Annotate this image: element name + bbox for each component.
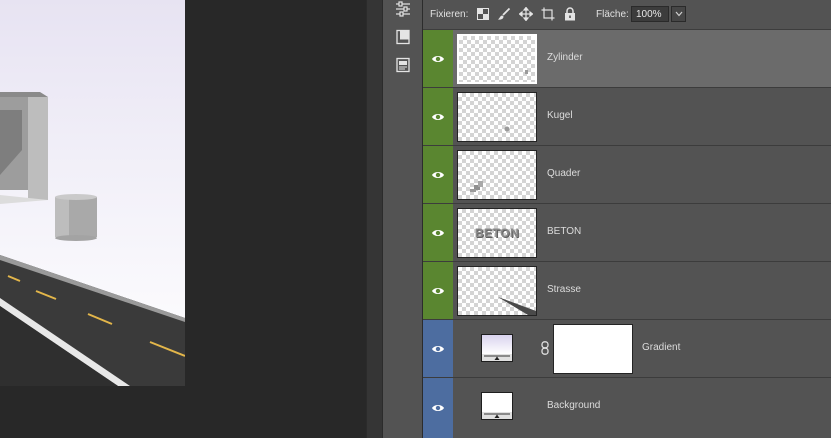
layer-name[interactable]: Background bbox=[547, 400, 600, 411]
eye-icon bbox=[431, 54, 445, 64]
document-canvas[interactable] bbox=[0, 0, 185, 386]
layer-name[interactable]: Kugel bbox=[547, 110, 573, 121]
panel-icon-column bbox=[383, 0, 423, 438]
libraries-icon[interactable] bbox=[394, 28, 412, 46]
layer-row-beton[interactable]: BETON BETON bbox=[423, 204, 831, 262]
lock-image-pixels-icon[interactable] bbox=[497, 7, 511, 21]
canvas-area[interactable] bbox=[0, 0, 366, 438]
background-fill-thumbnail[interactable] bbox=[481, 392, 513, 420]
lock-all-icon[interactable] bbox=[563, 7, 577, 21]
layer-name[interactable]: Gradient bbox=[642, 342, 680, 353]
fill-dropdown-button[interactable] bbox=[671, 6, 686, 22]
lock-label: Fixieren: bbox=[430, 9, 469, 20]
layer-thumbnail[interactable] bbox=[457, 150, 537, 200]
layer-visibility-toggle[interactable] bbox=[423, 378, 453, 438]
chain-link-icon[interactable] bbox=[539, 340, 551, 356]
layer-name[interactable]: Strasse bbox=[547, 284, 581, 295]
fill-label: Fläche: bbox=[596, 9, 629, 20]
properties-icon[interactable] bbox=[394, 56, 412, 74]
layer-name[interactable]: BETON bbox=[547, 226, 581, 237]
layer-thumbnail[interactable] bbox=[457, 92, 537, 142]
layer-name[interactable]: Quader bbox=[547, 168, 580, 179]
layer-row-background[interactable]: Background bbox=[423, 378, 831, 438]
chevron-down-icon bbox=[675, 11, 683, 17]
scene-render bbox=[0, 92, 185, 386]
fill-input[interactable]: 100% bbox=[631, 6, 669, 22]
layer-visibility-toggle[interactable] bbox=[423, 204, 453, 261]
lock-bar: Fixieren: Fläche: 100% bbox=[423, 0, 831, 30]
gradient-fill-thumbnail[interactable] bbox=[481, 334, 513, 362]
lock-position-icon[interactable] bbox=[519, 7, 533, 21]
layer-visibility-toggle[interactable] bbox=[423, 146, 453, 203]
layer-visibility-toggle[interactable] bbox=[423, 320, 453, 377]
eye-icon bbox=[431, 170, 445, 180]
layers-panel: Fixieren: Fläche: 100% Zylinder Kugel Qu… bbox=[423, 0, 831, 438]
panel-divider[interactable] bbox=[366, 0, 383, 438]
eye-icon bbox=[431, 344, 445, 354]
layer-name[interactable]: Zylinder bbox=[547, 52, 583, 63]
layer-mask-thumbnail[interactable] bbox=[553, 324, 633, 374]
layer-row-quader[interactable]: Quader bbox=[423, 146, 831, 204]
eye-icon bbox=[431, 228, 445, 238]
layer-thumbnail[interactable]: BETON bbox=[457, 208, 537, 258]
eye-icon bbox=[431, 403, 445, 413]
adjustments-icon[interactable] bbox=[394, 0, 412, 18]
lock-transparent-pixels-icon[interactable] bbox=[476, 7, 490, 21]
lock-artboard-icon[interactable] bbox=[541, 7, 555, 21]
layer-row-zylinder[interactable]: Zylinder bbox=[423, 30, 831, 88]
layer-thumbnail[interactable] bbox=[457, 266, 537, 316]
layer-row-strasse[interactable]: Strasse bbox=[423, 262, 831, 320]
beton-thumb-text: BETON bbox=[474, 226, 520, 240]
layer-visibility-toggle[interactable] bbox=[423, 88, 453, 145]
layer-visibility-toggle[interactable] bbox=[423, 30, 453, 87]
layer-visibility-toggle[interactable] bbox=[423, 262, 453, 319]
layer-row-kugel[interactable]: Kugel bbox=[423, 88, 831, 146]
layer-row-gradient[interactable]: Gradient bbox=[423, 320, 831, 378]
eye-icon bbox=[431, 112, 445, 122]
layer-thumbnail[interactable] bbox=[457, 34, 537, 84]
eye-icon bbox=[431, 286, 445, 296]
